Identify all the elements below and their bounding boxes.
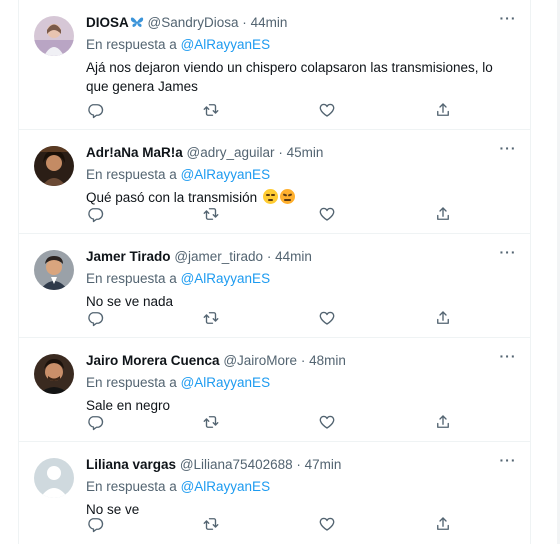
retweet-icon[interactable] bbox=[202, 413, 222, 433]
mention-link[interactable]: @AlRayyanES bbox=[181, 375, 271, 390]
tweet-actions bbox=[86, 101, 530, 121]
tweet-actions bbox=[86, 309, 530, 329]
display-name[interactable]: Liliana vargas bbox=[86, 457, 176, 472]
avatar[interactable] bbox=[34, 354, 74, 394]
timestamp[interactable]: 45min bbox=[287, 145, 324, 160]
display-name[interactable]: DIOSA bbox=[86, 15, 129, 30]
tweet-header: Liliana vargas @Liliana75402688 · 47min bbox=[86, 457, 342, 472]
share-icon[interactable] bbox=[434, 101, 454, 121]
tweet[interactable]: Jamer Tirado @jamer_tirado · 44min ··· E… bbox=[19, 234, 530, 338]
tweet-actions bbox=[86, 205, 530, 225]
tweet-actions bbox=[86, 515, 530, 535]
tweet-header: DIOSA @SandryDiosa · 44min bbox=[86, 15, 288, 30]
retweet-icon[interactable] bbox=[202, 515, 222, 535]
reply-context: En respuesta a @AlRayyanES bbox=[86, 37, 271, 52]
share-icon[interactable] bbox=[434, 413, 454, 433]
tweet-actions bbox=[86, 413, 530, 433]
share-icon[interactable] bbox=[434, 309, 454, 329]
reply-icon[interactable] bbox=[86, 309, 106, 329]
like-icon[interactable] bbox=[318, 101, 338, 121]
reply-context: En respuesta a @AlRayyanES bbox=[86, 375, 271, 390]
avatar[interactable] bbox=[34, 16, 74, 56]
user-handle[interactable]: @SandryDiosa bbox=[148, 15, 239, 30]
avatar[interactable] bbox=[34, 250, 74, 290]
retweet-icon[interactable] bbox=[202, 309, 222, 329]
reply-context: En respuesta a @AlRayyanES bbox=[86, 271, 271, 286]
tweet-header: Jamer Tirado @jamer_tirado · 44min bbox=[86, 249, 312, 264]
timestamp[interactable]: 47min bbox=[305, 457, 342, 472]
more-options-icon[interactable]: ··· bbox=[498, 453, 518, 472]
reply-context: En respuesta a @AlRayyanES bbox=[86, 479, 271, 494]
tweet[interactable]: Adr!aNa MaR!a @adry_aguilar · 45min ··· … bbox=[19, 130, 530, 234]
retweet-icon[interactable] bbox=[202, 205, 222, 225]
mention-link[interactable]: @AlRayyanES bbox=[181, 271, 271, 286]
timestamp[interactable]: 48min bbox=[309, 353, 346, 368]
display-name[interactable]: Adr!aNa MaR!a bbox=[86, 145, 183, 160]
persevere-emoji bbox=[279, 189, 295, 204]
share-icon[interactable] bbox=[434, 205, 454, 225]
timestamp[interactable]: 44min bbox=[251, 15, 288, 30]
like-icon[interactable] bbox=[318, 515, 338, 535]
reply-icon[interactable] bbox=[86, 413, 106, 433]
tweet[interactable]: Liliana vargas @Liliana75402688 · 47min … bbox=[19, 442, 530, 544]
reply-icon[interactable] bbox=[86, 515, 106, 535]
butterfly-emoji bbox=[130, 17, 143, 27]
more-options-icon[interactable]: ··· bbox=[498, 141, 518, 160]
like-icon[interactable] bbox=[318, 205, 338, 225]
share-icon[interactable] bbox=[434, 515, 454, 535]
display-name[interactable]: Jairo Morera Cuenca bbox=[86, 353, 220, 368]
tweet[interactable]: Jairo Morera Cuenca @JairoMore · 48min ·… bbox=[19, 338, 530, 442]
user-handle[interactable]: @adry_aguilar bbox=[187, 145, 275, 160]
user-handle[interactable]: @JairoMore bbox=[223, 353, 297, 368]
more-options-icon[interactable]: ··· bbox=[498, 349, 518, 368]
tweet-text: Ajá nos dejaron viendo un chispero colap… bbox=[86, 60, 493, 94]
timestamp[interactable]: 44min bbox=[275, 249, 312, 264]
reply-feed: DIOSA @SandryDiosa · 44min ··· En respue… bbox=[18, 0, 531, 544]
retweet-icon[interactable] bbox=[202, 101, 222, 121]
tweet-header: Adr!aNa MaR!a @adry_aguilar · 45min bbox=[86, 145, 324, 160]
reply-context: En respuesta a @AlRayyanES bbox=[86, 167, 271, 182]
mention-link[interactable]: @AlRayyanES bbox=[181, 479, 271, 494]
reply-icon[interactable] bbox=[86, 101, 106, 121]
user-handle[interactable]: @jamer_tirado bbox=[174, 249, 263, 264]
like-icon[interactable] bbox=[318, 413, 338, 433]
more-options-icon[interactable]: ··· bbox=[498, 245, 518, 264]
smirk-emoji bbox=[262, 189, 278, 204]
mention-link[interactable]: @AlRayyanES bbox=[181, 37, 271, 52]
user-handle[interactable]: @Liliana75402688 bbox=[180, 457, 293, 472]
reply-icon[interactable] bbox=[86, 205, 106, 225]
more-options-icon[interactable]: ··· bbox=[498, 11, 518, 30]
tweet-header: Jairo Morera Cuenca @JairoMore · 48min bbox=[86, 353, 346, 368]
like-icon[interactable] bbox=[318, 309, 338, 329]
tweet[interactable]: DIOSA @SandryDiosa · 44min ··· En respue… bbox=[19, 0, 530, 130]
default-avatar[interactable] bbox=[34, 458, 74, 498]
avatar[interactable] bbox=[34, 146, 74, 186]
display-name[interactable]: Jamer Tirado bbox=[86, 249, 171, 264]
mention-link[interactable]: @AlRayyanES bbox=[181, 167, 271, 182]
